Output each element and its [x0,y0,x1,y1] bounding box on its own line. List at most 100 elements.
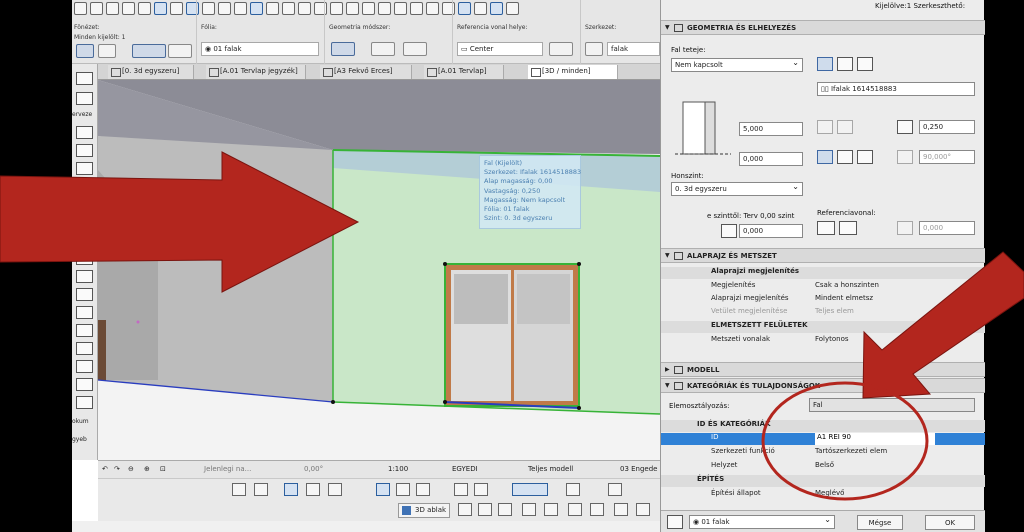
egyedi-value[interactable]: EGYEDI [452,465,478,473]
grid-snap-icon[interactable] [232,483,246,496]
wall-top-mode-1-icon[interactable] [817,57,833,71]
section-model-header[interactable]: MODELL [661,362,985,377]
grid-toggle-icon[interactable] [254,483,268,496]
geom-straight-button[interactable] [331,42,355,56]
fonezet-button-4[interactable] [168,44,192,58]
bottom-offset-field[interactable]: 0,000 [739,152,803,166]
row-id[interactable]: ID A1 REI 90 [661,433,985,445]
mesh-tool-icon[interactable] [76,306,93,319]
lamp-tool-icon[interactable] [76,342,93,355]
row-megjelenites[interactable]: Megjelenítés Csak a honszinten [661,281,985,293]
orbit-nav-icon[interactable] [636,503,650,516]
szerkezet-select[interactable]: falak [607,42,660,56]
elmetszett-group[interactable]: ELMETSZETT FELÜLETEK [661,321,985,333]
morph-tool-icon[interactable] [76,288,93,301]
row-metszeti-vonalak[interactable]: Metszeti vonalak Folytonos [661,335,985,347]
guide-line-icon[interactable] [512,483,548,496]
fonezet-button-3[interactable] [132,44,166,58]
straight-wall-icon[interactable] [817,150,833,164]
zone-tool-icon[interactable] [76,360,93,373]
object-tool-icon[interactable] [76,324,93,337]
double-slanted-wall-icon[interactable] [857,150,873,164]
angle-field[interactable]: 90,000° [919,150,975,164]
tab-a01-tervlap[interactable]: [A.01 Tervlap] [424,65,504,79]
surface-right-icon[interactable] [837,120,853,134]
arrow-snap-icon[interactable] [396,483,410,496]
layer-toggle-icon[interactable] [306,483,320,496]
cancel-button[interactable]: Mégse [857,515,903,530]
fit-icon[interactable]: ⊡ [160,465,166,473]
render-icon[interactable] [590,503,604,516]
teljes-modell-value[interactable]: Teljes modell [528,465,573,473]
row-helyzet[interactable]: Helyzet Belső [661,461,985,473]
honszint-select[interactable]: 0. 3d egyszeru [671,182,803,196]
wall-top-mode-3-icon[interactable] [857,57,873,71]
jelenlegi-nagyitas[interactable]: Jelenlegi na... [204,465,251,473]
explode-icon[interactable] [614,503,628,516]
slanted-wall-icon[interactable] [837,150,853,164]
structure-select[interactable]: ▯▯ Ifalak 1614518883 [817,82,975,96]
surface-left-icon[interactable] [817,120,833,134]
section-floorplan-header[interactable]: ALAPRAJZ ÉS METSZET [661,248,985,263]
row-szerkezeti-funkcio[interactable]: Szerkezeti funkció Tartószerkezeti elem [661,447,985,459]
ok-button[interactable]: OK [925,515,975,530]
geom-rect-button[interactable] [403,42,427,56]
section-geometry-header[interactable]: GEOMETRIA ÉS ELHELYEZÉS [661,20,985,35]
slab-tool-icon[interactable] [76,234,93,247]
magic-snap-icon[interactable] [376,483,390,496]
fonezet-button-2[interactable] [98,44,116,58]
corner-icon[interactable] [608,483,622,496]
rotation-angle[interactable]: 0,00° [304,465,323,473]
fal-teteje-select[interactable]: Nem kapcsolt [671,58,803,72]
wall-top-mode-2-icon[interactable] [837,57,853,71]
redo-icon[interactable]: ↷ [114,465,120,473]
lock-toggle-icon[interactable] [328,483,342,496]
backslash-icon[interactable] [474,483,488,496]
undo-icon[interactable]: ↶ [102,465,108,473]
marquee-select-icon[interactable] [76,92,93,105]
perspective-icon[interactable] [478,503,492,516]
height-field[interactable]: 5,000 [739,122,803,136]
camera-icon[interactable] [522,503,536,516]
engedely-value[interactable]: 03 Engede [620,465,658,473]
3d-viewport[interactable] [98,80,660,460]
curtain-wall-tool-icon[interactable] [76,396,93,409]
section-icon[interactable] [544,503,558,516]
elemosztalyozas-select[interactable]: Fal [809,398,975,412]
favorites-icon[interactable] [667,515,683,529]
window-tool-icon[interactable] [76,162,93,175]
tab-tervlap-jegyzek[interactable]: [A.01 Tervlap jegyzék] [206,65,306,79]
railing-tool-icon[interactable] [76,378,93,391]
alap-megj-group[interactable]: Alaprajzi megjelenítés [661,267,985,279]
trace-toggle-icon[interactable] [284,483,298,496]
tab-a3-fekvo[interactable]: [A3 Fekvő Erces] [320,65,412,79]
roof-tool-icon[interactable] [76,252,93,265]
scale-value[interactable]: 1:100 [388,465,408,473]
fonezet-button-1[interactable] [76,44,94,58]
column-tool-icon[interactable] [76,198,93,211]
level-link-icon[interactable] [721,224,737,238]
wall-tool-icon[interactable] [76,126,93,139]
bracket-icon[interactable] [566,483,580,496]
section-categories-header[interactable]: KATEGÓRIÁK ÉS TULAJDONSÁGOK [661,378,985,393]
id-kategoriak-group[interactable]: ID ÉS KATEGÓRIÁK [661,420,985,432]
sun-icon[interactable] [568,503,582,516]
zoom-in-icon[interactable]: ⊕ [144,465,150,473]
ref-offset-field[interactable]: 0,000 [919,221,975,235]
point-snap-icon[interactable] [416,483,430,496]
arrow-select-icon[interactable] [76,72,93,85]
id-value-field[interactable]: A1 REI 90 [815,433,935,445]
zoom-out-icon[interactable]: ⊖ [128,465,134,473]
szinttol-field[interactable]: 0,000 [739,224,803,238]
ref-line-flip-icon[interactable] [839,221,857,235]
row-alaprajzi-megj[interactable]: Alaprajzi megjelenítés Mindent elmetsz [661,294,985,306]
stair-tool-icon[interactable] [76,180,93,193]
tab-3d-egyszeru[interactable]: [0. 3d egyszeru] [108,65,194,79]
walk-icon[interactable] [498,503,512,516]
thickness-field[interactable]: 0,250 [919,120,975,134]
epites-group[interactable]: ÉPÍTÉS [661,475,985,487]
row-epitesi-allapot[interactable]: Építési állapot Meglévő [661,489,985,501]
geom-chain-button[interactable] [371,42,395,56]
bottom-folia-select[interactable]: ◉ 01 falak [689,515,835,529]
cube-icon[interactable] [458,503,472,516]
